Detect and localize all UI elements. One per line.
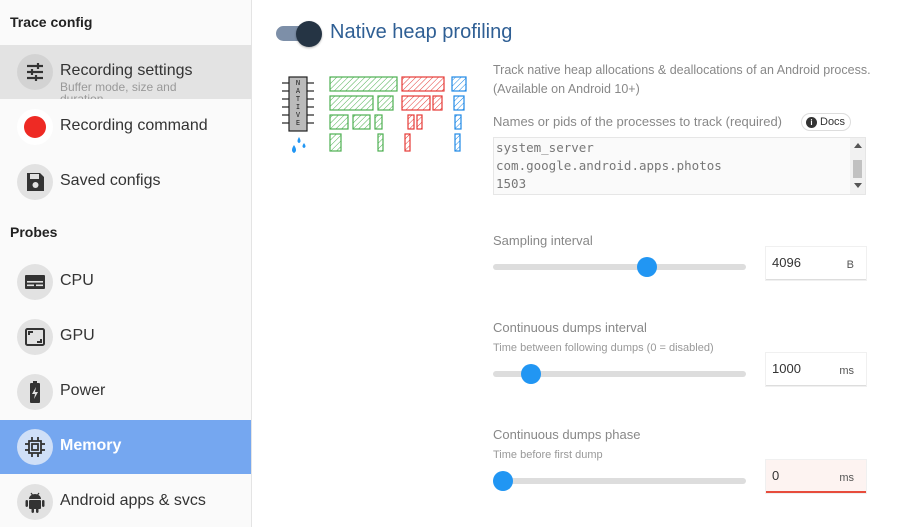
gpu-icon — [17, 319, 53, 355]
sidebar-item-recording-command[interactable]: Recording command — [0, 100, 251, 154]
process-line: system_server — [496, 140, 594, 155]
sidebar-item-label: CPU — [60, 272, 94, 289]
main-panel: Native heap profiling NATIVE Track nativ… — [253, 0, 904, 527]
sidebar: Trace config Recording settings Buffer m… — [0, 0, 252, 527]
android-icon — [17, 484, 53, 520]
slider-thumb[interactable] — [493, 471, 514, 491]
process-line: com.google.android.apps.photos — [496, 158, 722, 173]
sidebar-item-cpu[interactable]: CPU — [0, 255, 251, 309]
dumps-interval-value: 1000 — [772, 361, 801, 376]
docs-button-label: Docs — [820, 116, 846, 128]
sampling-interval-unit: B — [846, 259, 854, 271]
sampling-interval-input[interactable]: 4096 B — [766, 247, 866, 280]
dumps-phase-unit: ms — [839, 472, 854, 484]
slider-track[interactable] — [493, 478, 746, 484]
sampling-interval-value: 4096 — [772, 255, 801, 270]
sidebar-item-saved-configs[interactable]: Saved configs — [0, 155, 251, 209]
cpu-icon — [17, 264, 53, 300]
textarea-scrollbar[interactable] — [850, 138, 865, 194]
sidebar-item-power[interactable]: Power — [0, 365, 251, 419]
probe-description: Track native heap allocations & dealloca… — [493, 63, 871, 96]
sidebar-item-label: Android apps & svcs — [60, 492, 206, 509]
scrollbar-thumb[interactable] — [853, 160, 862, 178]
record-dot-icon — [17, 109, 53, 145]
sidebar-item-recording-settings[interactable]: Recording settings Buffer mode, size and… — [0, 45, 251, 99]
slider-thumb[interactable] — [637, 257, 658, 277]
sliders-icon — [17, 54, 53, 90]
probe-title: Native heap profiling — [330, 21, 513, 43]
sidebar-item-label: Recording command — [60, 117, 208, 134]
process-line: 1503 — [496, 176, 527, 191]
save-icon — [17, 164, 53, 200]
dumps-interval-unit: ms — [839, 365, 854, 377]
info-icon: i — [806, 116, 817, 128]
dumps-interval-slider[interactable] — [493, 364, 746, 384]
dumps-interval-label: Continuous dumps interval — [493, 320, 647, 335]
sidebar-item-sublabel: Buffer mode, size and duration — [60, 81, 177, 99]
sidebar-item-label: Memory — [60, 437, 122, 454]
dumps-phase-slider[interactable] — [493, 471, 746, 491]
sidebar-item-label: Saved configs — [60, 172, 161, 189]
sampling-interval-slider[interactable] — [493, 257, 746, 277]
slider-track[interactable] — [493, 264, 746, 270]
native-heap-illustration: NATIVE — [282, 76, 467, 153]
sidebar-item-android-apps[interactable]: Android apps & svcs — [0, 475, 251, 527]
section-title-trace-config: Trace config — [10, 14, 93, 30]
section-title-probes: Probes — [10, 224, 58, 240]
processes-textarea[interactable]: system_server com.google.android.apps.ph… — [493, 137, 866, 195]
sidebar-item-label: GPU — [60, 327, 95, 344]
memory-chip-icon — [17, 429, 53, 465]
sidebar-item-memory[interactable]: Memory — [0, 420, 251, 474]
docs-button[interactable]: i Docs — [801, 113, 852, 131]
sidebar-item-label: Recording settings — [60, 62, 193, 79]
probe-toggle[interactable] — [296, 21, 322, 47]
dumps-interval-input[interactable]: 1000 ms — [766, 353, 866, 386]
scroll-down-arrow-icon[interactable] — [854, 183, 862, 188]
sidebar-item-label: Power — [60, 382, 106, 399]
dumps-phase-sublabel: Time before first dump — [493, 449, 603, 461]
dumps-phase-value: 0 — [772, 468, 780, 483]
battery-icon — [17, 374, 53, 410]
dumps-phase-label: Continuous dumps phase — [493, 427, 641, 442]
sampling-interval-label: Sampling interval — [493, 233, 593, 248]
dumps-interval-sublabel: Time between following dumps (0 = disabl… — [493, 342, 714, 354]
scroll-up-arrow-icon[interactable] — [854, 143, 862, 148]
slider-thumb[interactable] — [520, 364, 541, 384]
processes-label: Names or pids of the processes to track … — [493, 114, 783, 129]
dumps-phase-input[interactable]: 0 ms — [766, 460, 866, 493]
sidebar-item-gpu[interactable]: GPU — [0, 310, 251, 364]
